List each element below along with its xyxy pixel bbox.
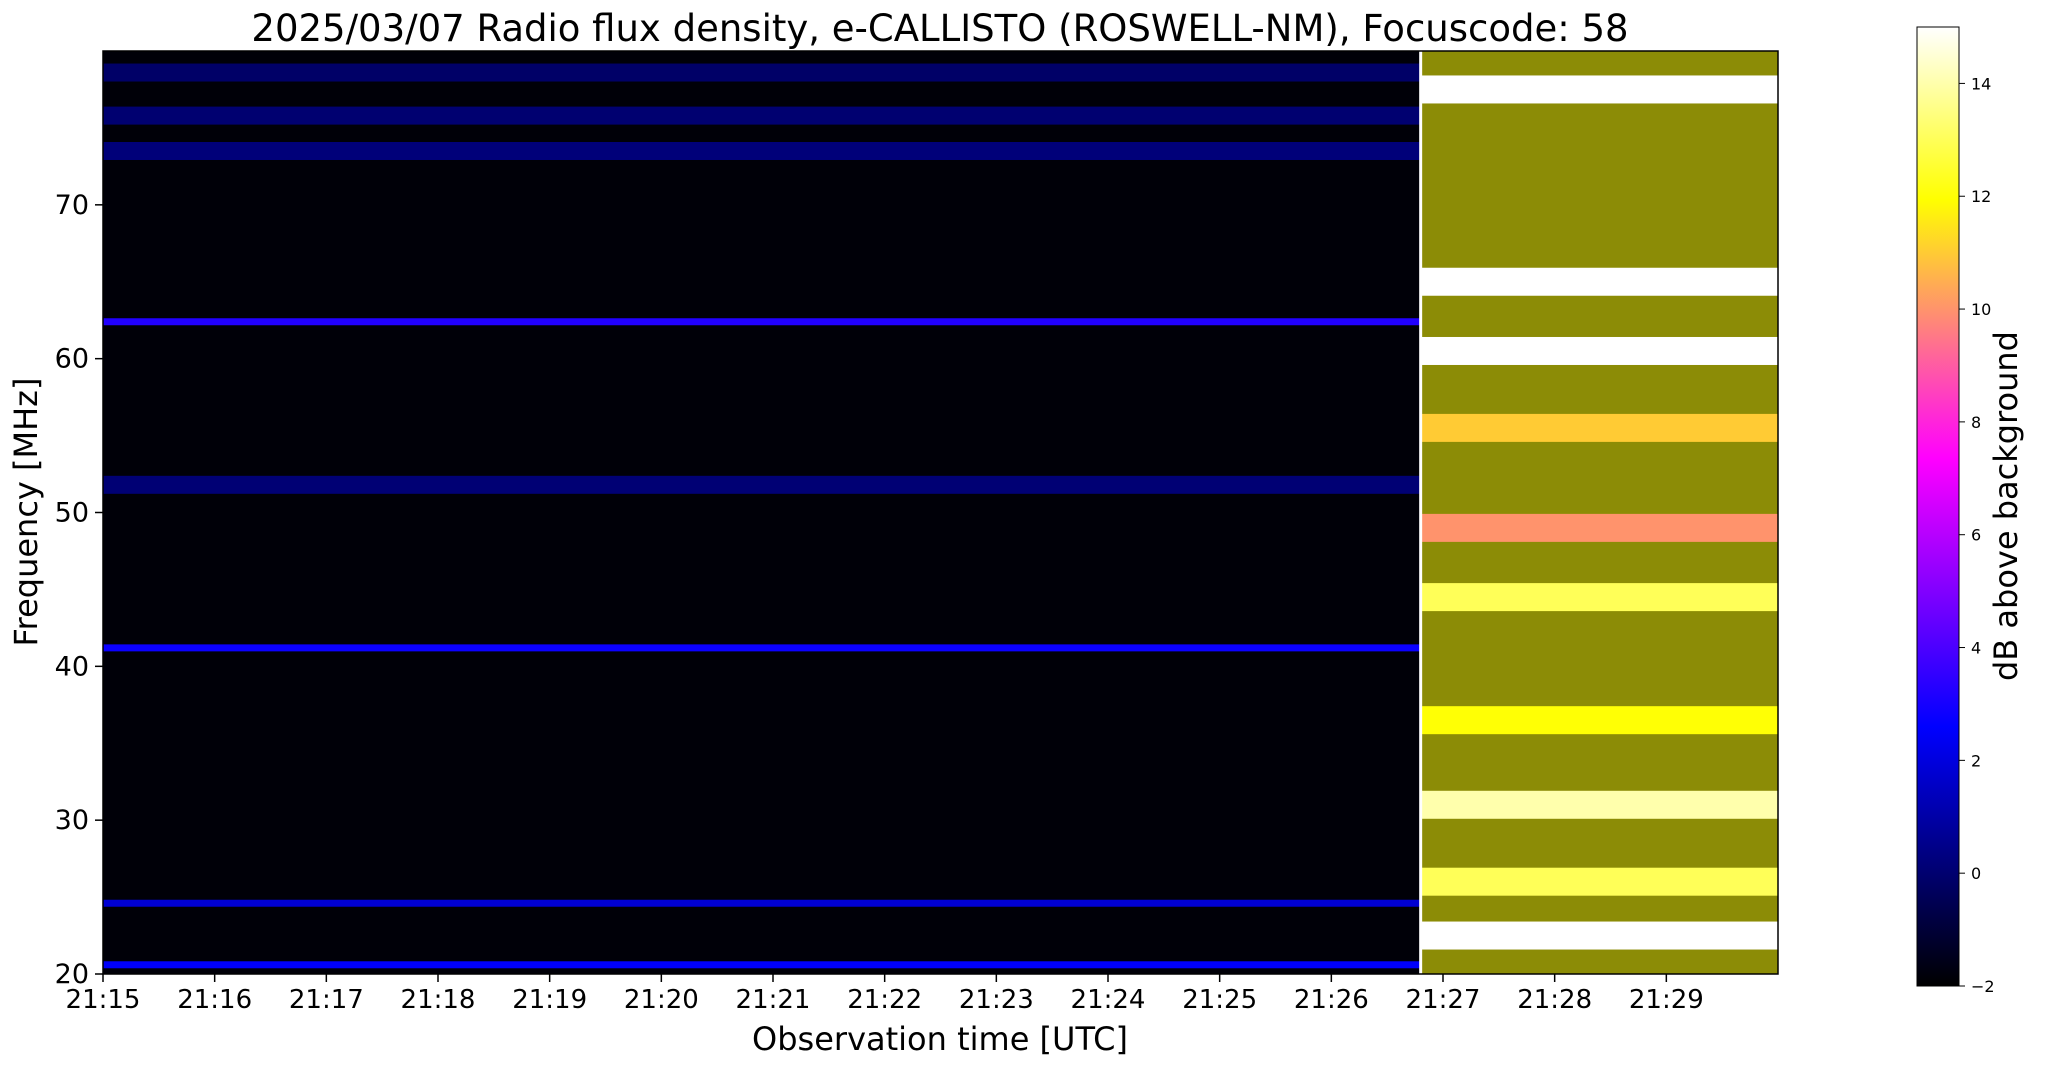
x-tick-label: 21:26 <box>1294 985 1369 1015</box>
burst-band <box>1420 706 1778 735</box>
x-tick-label: 21:25 <box>1182 985 1257 1015</box>
y-tick-label: 30 <box>55 805 89 836</box>
colorbar-tick-label: 0 <box>1971 864 1981 883</box>
x-tick-label: 21:19 <box>512 985 587 1015</box>
x-tick-label: 21:17 <box>289 985 364 1015</box>
burst-band <box>1420 267 1778 296</box>
burst-band <box>1420 413 1778 442</box>
quiet-band <box>103 106 1421 125</box>
colorbar-tick-label: 2 <box>1971 751 1981 770</box>
colorbar-gradient <box>1916 26 1960 987</box>
x-tick-label: 21:23 <box>959 985 1034 1015</box>
x-tick-label: 21:21 <box>736 985 811 1015</box>
colorbar-tick-label: 10 <box>1971 300 1991 319</box>
burst-band <box>1420 336 1778 365</box>
x-tick-label: 21:29 <box>1629 985 1704 1015</box>
y-tick-label: 40 <box>55 651 89 682</box>
colorbar-label: dB above background <box>1987 331 2025 681</box>
burst-band <box>1420 583 1778 612</box>
chart-title: 2025/03/07 Radio flux density, e-CALLIST… <box>251 7 1628 50</box>
quiet-band <box>103 141 1421 160</box>
colorbar-tick-label: 8 <box>1971 413 1981 432</box>
x-tick-label: 21:22 <box>847 985 922 1015</box>
quiet-band <box>103 318 1421 326</box>
plot-area <box>103 51 1778 974</box>
x-axis-label: Observation time [UTC] <box>752 1020 1128 1058</box>
x-tick-label: 21:18 <box>401 985 476 1015</box>
colorbar-tick-label: 12 <box>1971 187 1991 206</box>
burst-band <box>1420 867 1778 896</box>
y-axis: 20 30 40 50 60 70 <box>55 190 103 990</box>
y-tick-label: 60 <box>55 344 89 375</box>
y-axis-label: Frequency [MHz] <box>7 378 45 647</box>
colorbar-tick-label: 4 <box>1971 639 1981 658</box>
spectrogram-figure: 2025/03/07 Radio flux density, e-CALLIST… <box>7 7 2025 1058</box>
quiet-band <box>103 961 1421 969</box>
colorbar-tick-label: 14 <box>1971 74 1991 93</box>
x-tick-label: 21:27 <box>1406 985 1481 1015</box>
y-tick-label: 50 <box>55 498 89 529</box>
y-tick-label: 20 <box>55 959 89 990</box>
colorbar-tick-label: −2 <box>1971 977 1995 996</box>
quiet-band <box>103 475 1421 494</box>
x-tick-label: 21:16 <box>177 985 252 1015</box>
x-tick-label: 21:28 <box>1517 985 1592 1015</box>
y-tick-label: 70 <box>55 190 89 221</box>
burst-band <box>1420 75 1778 104</box>
x-tick-label: 21:24 <box>1071 985 1146 1015</box>
quiet-band <box>103 63 1421 82</box>
burst-layer <box>1419 51 1778 974</box>
burst-region <box>1420 51 1778 974</box>
burst-band <box>1420 790 1778 819</box>
colorbar: −2 0 2 4 6 8 10 12 14 dB above background <box>1916 26 2025 996</box>
x-tick-label: 21:20 <box>624 985 699 1015</box>
quiet-band <box>103 644 1421 652</box>
x-axis: 21:15 21:16 21:17 21:18 21:19 21:20 21:21 21:22… <box>66 974 1704 1015</box>
burst-band <box>1420 921 1778 950</box>
burst-band <box>1420 513 1778 542</box>
quiet-band <box>103 899 1421 907</box>
colorbar-tick-label: 6 <box>1971 526 1981 545</box>
